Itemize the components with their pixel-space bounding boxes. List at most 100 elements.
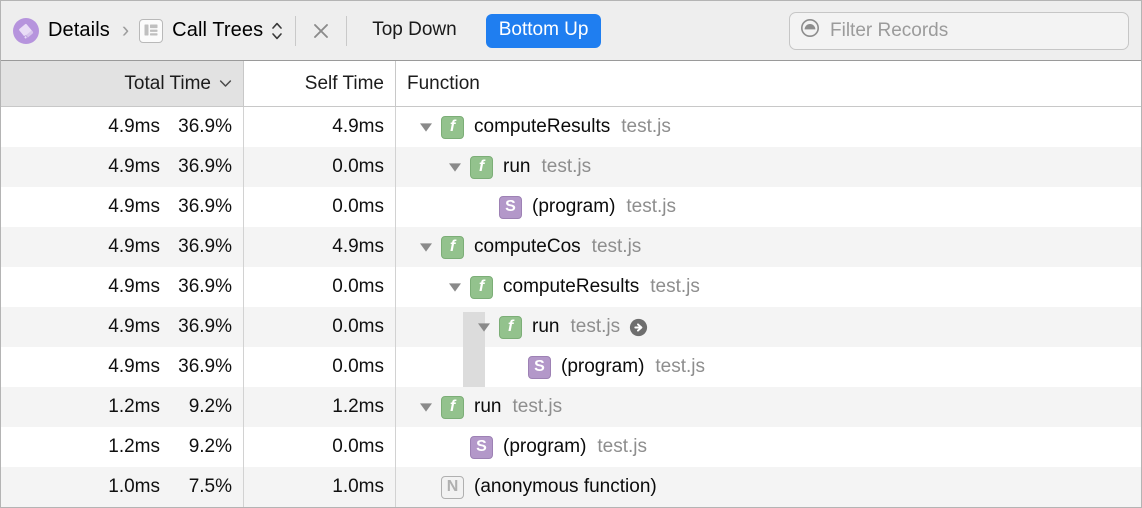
table-row[interactable]: 1.2ms 9.2% 0.0ms S (program) test.js: [1, 427, 1141, 467]
cell-function: f computeCos test.js: [396, 227, 1141, 267]
tab-top-down[interactable]: Top Down: [359, 14, 470, 48]
column-header-self-time[interactable]: Self Time: [244, 61, 396, 106]
function-source-file[interactable]: test.js: [621, 116, 671, 138]
function-name: (anonymous function): [474, 476, 657, 497]
self-time-ms: 0.0ms: [332, 356, 384, 377]
total-time-percent: 7.5%: [188, 476, 232, 497]
call-trees-list-icon: [139, 18, 164, 43]
total-time-percent: 36.9%: [178, 316, 232, 337]
function-source-file[interactable]: test.js: [512, 396, 562, 418]
column-header-function[interactable]: Function: [396, 61, 1141, 106]
total-time-ms: 4.9ms: [108, 196, 160, 217]
function-name: run: [474, 396, 502, 417]
function-source-file[interactable]: test.js: [650, 276, 700, 298]
cell-total-time: 4.9ms 36.9%: [1, 347, 244, 387]
function-source-file[interactable]: test.js: [597, 436, 647, 458]
self-time-ms: 1.0ms: [332, 476, 384, 497]
disclosure-triangle-down-icon[interactable]: [415, 242, 437, 253]
cell-function: f computeResults test.js: [396, 267, 1141, 307]
table-row[interactable]: 4.9ms 36.9% 0.0ms f run test.js: [1, 307, 1141, 347]
function-entry: f computeResults test.js: [444, 275, 700, 299]
table-row[interactable]: 4.9ms 36.9% 0.0ms f computeResults test.js: [1, 267, 1141, 307]
cell-total-time: 4.9ms 36.9%: [1, 267, 244, 307]
function-entry: S (program) test.js: [502, 355, 705, 379]
cell-total-time: 1.0ms 7.5%: [1, 467, 244, 507]
table-row[interactable]: 1.0ms 7.5% 1.0ms N (anonymous function): [1, 467, 1141, 507]
details-document-icon: [13, 17, 39, 44]
function-source-file[interactable]: test.js: [626, 196, 676, 218]
self-time-ms: 0.0ms: [332, 436, 384, 457]
toolbar: Details › Call Trees Top Down Bottom Up …: [1, 1, 1141, 61]
close-icon[interactable]: [308, 18, 334, 44]
toolbar-divider-left: [295, 15, 297, 46]
breadcrumb: Details › Call Trees: [13, 16, 283, 44]
disclosure-triangle-down-icon[interactable]: [415, 402, 437, 413]
cell-function: S (program) test.js: [396, 427, 1141, 467]
function-kind-n-icon: N: [441, 475, 464, 499]
disclosure-triangle-down-icon[interactable]: [444, 282, 466, 293]
table-row[interactable]: 4.9ms 36.9% 0.0ms S (program) test.js: [1, 187, 1141, 227]
cell-total-time: 4.9ms 36.9%: [1, 107, 244, 147]
total-time-ms: 4.9ms: [108, 316, 160, 337]
function-name: computeResults: [503, 276, 640, 297]
total-time-percent: 9.2%: [188, 436, 232, 457]
function-entry: f run test.js: [473, 315, 648, 339]
breadcrumb-separator-icon: ›: [121, 16, 130, 42]
filter-records-icon: [800, 18, 820, 43]
cell-self-time: 1.0ms: [244, 467, 396, 507]
function-kind-f-icon: f: [470, 155, 493, 179]
function-source-file[interactable]: test.js: [655, 356, 705, 378]
function-name: (program): [503, 436, 587, 457]
function-entry: S (program) test.js: [473, 195, 676, 219]
table-row[interactable]: 4.9ms 36.9% 4.9ms f computeResults test.js: [1, 107, 1141, 147]
total-time-ms: 4.9ms: [108, 116, 160, 137]
cell-self-time: 0.0ms: [244, 147, 396, 187]
chevron-up-down-icon[interactable]: [271, 22, 283, 40]
function-name: run: [503, 156, 531, 177]
total-time-percent: 9.2%: [188, 396, 232, 417]
disclosure-triangle-down-icon[interactable]: [415, 122, 437, 133]
function-source-file[interactable]: test.js: [541, 156, 591, 178]
function-entry: N (anonymous function): [415, 475, 657, 499]
total-time-ms: 1.0ms: [108, 476, 160, 497]
function-kind-s-icon: S: [470, 435, 493, 459]
chevron-down-icon: [219, 79, 232, 88]
breadcrumb-current-label[interactable]: Call Trees: [172, 19, 263, 42]
cell-total-time: 4.9ms 36.9%: [1, 227, 244, 267]
function-entry: f computeCos test.js: [415, 235, 642, 259]
go-to-arrow-icon[interactable]: [629, 318, 648, 337]
cell-total-time: 4.9ms 36.9%: [1, 187, 244, 227]
tab-bottom-up[interactable]: Bottom Up: [485, 13, 602, 48]
disclosure-triangle-down-icon[interactable]: [473, 322, 495, 333]
self-time-ms: 1.2ms: [332, 396, 384, 417]
total-time-ms: 1.2ms: [108, 396, 160, 417]
table-row[interactable]: 4.9ms 36.9% 0.0ms S (program) test.js: [1, 347, 1141, 387]
toolbar-divider-right: [346, 15, 348, 46]
column-header-self-time-label: Self Time: [304, 72, 384, 94]
cell-total-time: 1.2ms 9.2%: [1, 427, 244, 467]
function-source-file[interactable]: test.js: [570, 316, 620, 338]
total-time-percent: 36.9%: [178, 196, 232, 217]
cell-self-time: 4.9ms: [244, 227, 396, 267]
table-body: 4.9ms 36.9% 4.9ms f computeResults test.js 4.9…: [1, 107, 1141, 507]
cell-self-time: 4.9ms: [244, 107, 396, 147]
function-entry: f run test.js: [444, 155, 591, 179]
table-row[interactable]: 1.2ms 9.2% 1.2ms f run test.js: [1, 387, 1141, 427]
table-row[interactable]: 4.9ms 36.9% 4.9ms f computeCos test.js: [1, 227, 1141, 267]
cell-self-time: 0.0ms: [244, 187, 396, 227]
filter-records-field[interactable]: Filter Records: [789, 11, 1129, 50]
cell-function: S (program) test.js: [396, 187, 1141, 227]
column-header-total-time[interactable]: Total Time: [1, 61, 244, 106]
cell-total-time: 1.2ms 9.2%: [1, 387, 244, 427]
table-row[interactable]: 4.9ms 36.9% 0.0ms f run test.js: [1, 147, 1141, 187]
breadcrumb-root-label[interactable]: Details: [48, 19, 110, 42]
cell-self-time: 0.0ms: [244, 347, 396, 387]
function-source-file[interactable]: test.js: [592, 236, 642, 258]
function-kind-s-icon: S: [499, 195, 522, 219]
total-time-ms: 1.2ms: [108, 436, 160, 457]
cell-self-time: 0.0ms: [244, 427, 396, 467]
cell-self-time: 0.0ms: [244, 267, 396, 307]
disclosure-triangle-down-icon[interactable]: [444, 162, 466, 173]
web-inspector-call-trees-panel: Details › Call Trees Top Down Bottom Up …: [0, 0, 1142, 508]
function-kind-f-icon: f: [441, 115, 464, 139]
